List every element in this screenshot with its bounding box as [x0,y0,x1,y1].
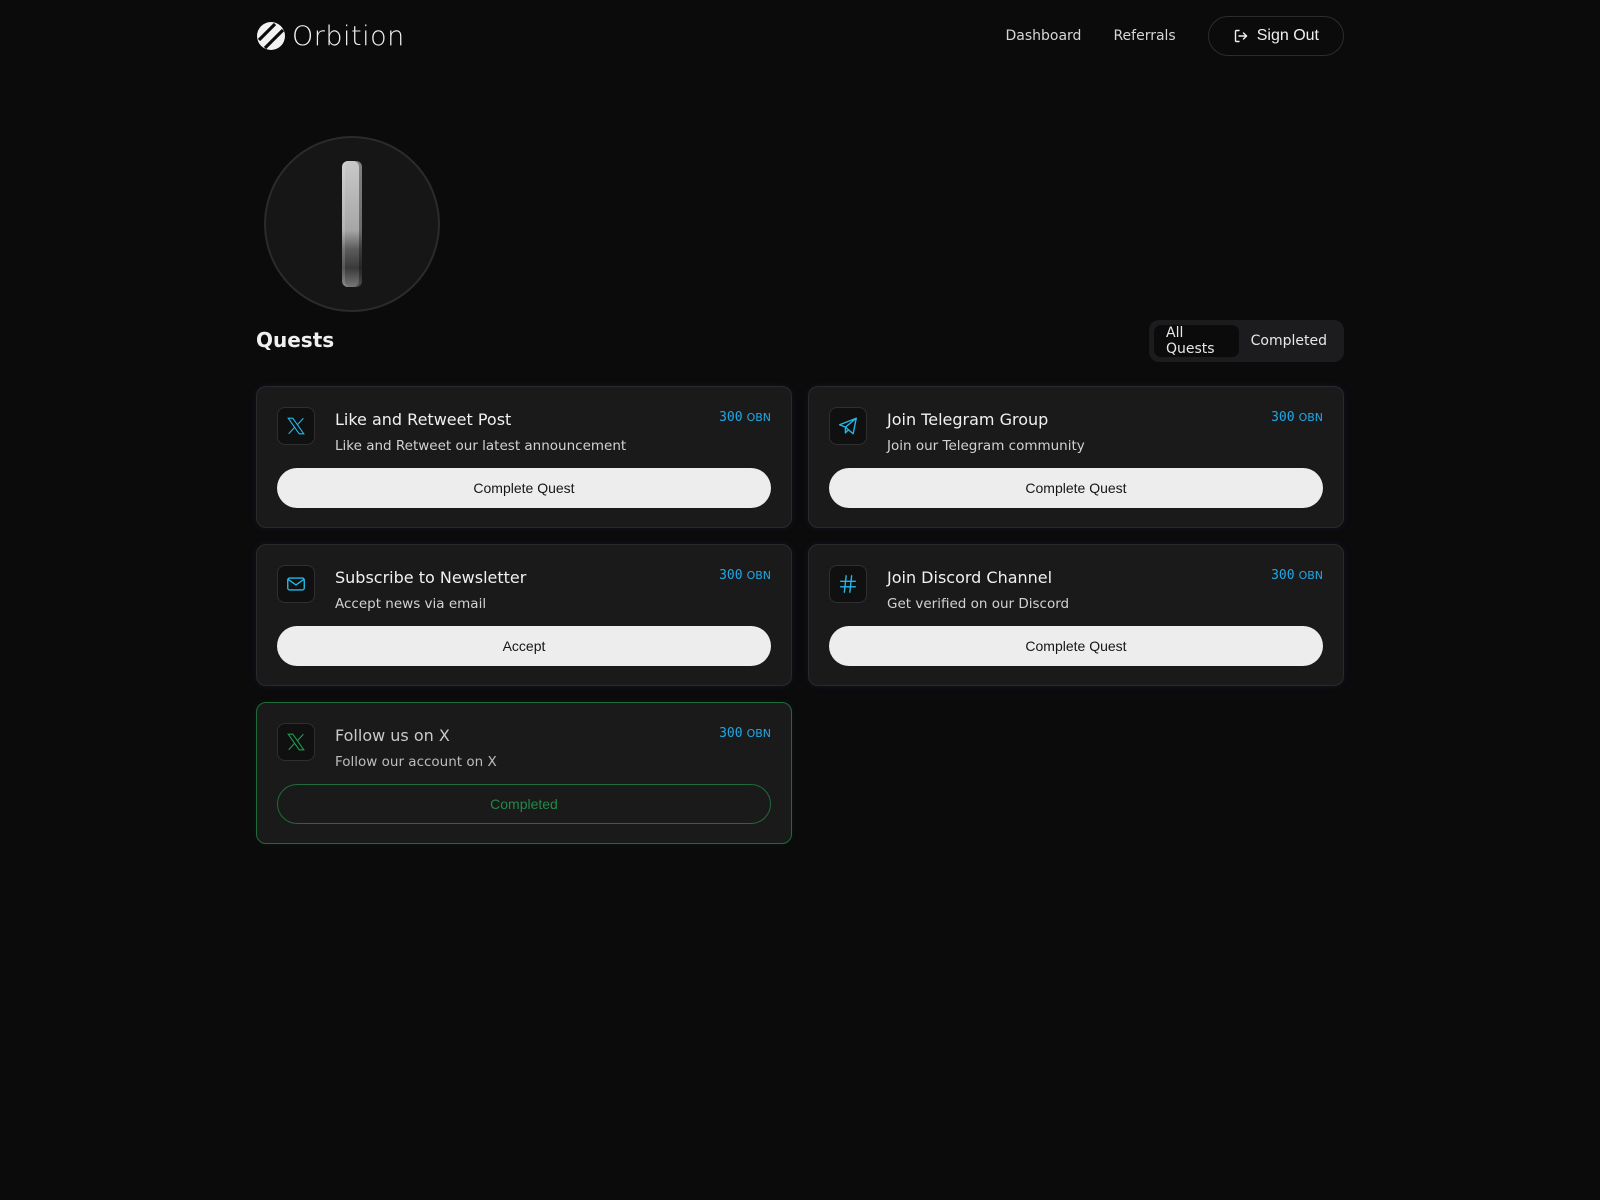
reward-unit: OBN [1298,569,1323,582]
quest-grid: Like and Retweet Post Like and Retweet o… [256,386,1344,844]
quests-title: Quests [256,328,335,352]
quest-title: Subscribe to Newsletter [335,568,527,587]
reward-unit: OBN [746,569,771,582]
quest-icon-box [829,565,867,603]
quest-icon-box [829,407,867,445]
quest-description: Join our Telegram community [887,438,1085,454]
reward-amount: 300 [1271,410,1295,425]
x-logo-icon [287,417,305,435]
quest-title: Join Discord Channel [887,568,1053,587]
quest-reward: 300 OBN [719,568,771,583]
complete-quest-button[interactable]: Complete Quest [829,626,1323,666]
quest-description: Follow our account on X [335,754,497,770]
top-header: Orbition Dashboard Referrals Sign Out [256,16,1344,56]
main-nav: Dashboard Referrals Sign Out [1005,16,1344,56]
quest-filter-toggle: All Quests Completed [1149,320,1344,362]
quest-title: Follow us on X [335,726,450,745]
nav-link-referrals[interactable]: Referrals [1113,28,1175,44]
hash-icon [839,575,857,593]
complete-quest-button[interactable]: Complete Quest [829,468,1323,508]
accept-button[interactable]: Accept [277,626,771,666]
quest-card-completed: Follow us on X Follow our account on X 3… [256,702,792,844]
sign-out-icon [1234,29,1247,43]
quest-description: Like and Retweet our latest announcement [335,438,627,454]
completed-button[interactable]: Completed [277,784,771,824]
quest-card: Join Telegram Group Join our Telegram co… [808,386,1344,528]
reward-unit: OBN [1298,411,1323,424]
quest-reward: 300 OBN [1271,410,1323,425]
reward-amount: 300 [719,410,743,425]
filter-completed[interactable]: Completed [1239,325,1339,357]
spinning-coin-image [342,161,362,287]
nav-link-dashboard[interactable]: Dashboard [1005,28,1081,44]
quest-reward: 300 OBN [719,410,771,425]
quest-title: Like and Retweet Post [335,410,512,429]
quest-icon-box [277,723,315,761]
quest-description: Accept news via email [335,596,487,612]
quest-reward: 300 OBN [1271,568,1323,583]
sign-out-button[interactable]: Sign Out [1207,16,1344,56]
filter-all-quests[interactable]: All Quests [1154,325,1239,357]
reward-amount: 300 [719,568,743,583]
logo-mark-icon [257,22,285,50]
reward-amount: 300 [719,726,743,741]
reward-unit: OBN [746,727,771,740]
token-avatar [264,136,440,312]
reward-amount: 300 [1271,568,1295,583]
brand-name: Orbition [292,20,405,52]
reward-unit: OBN [746,411,771,424]
telegram-icon [838,417,857,435]
quest-description: Get verified on our Discord [887,596,1070,612]
brand-logo[interactable]: Orbition [256,21,405,52]
x-logo-icon [287,733,305,751]
quest-icon-box [277,565,315,603]
quest-card: Join Discord Channel Get verified on our… [808,544,1344,686]
mail-icon [287,577,305,591]
quest-reward: 300 OBN [719,726,771,741]
quest-icon-box [277,407,315,445]
quest-title: Join Telegram Group [887,410,1049,429]
quest-card: Subscribe to Newsletter Accept news via … [256,544,792,686]
complete-quest-button[interactable]: Complete Quest [277,468,771,508]
sign-out-label: Sign Out [1256,27,1319,44]
quest-card: Like and Retweet Post Like and Retweet o… [256,386,792,528]
